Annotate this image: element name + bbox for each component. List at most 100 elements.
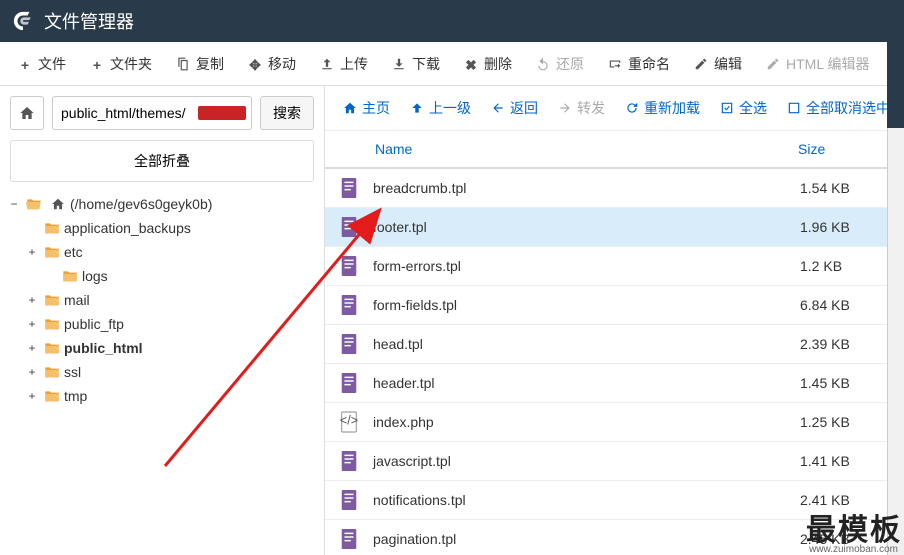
file-row[interactable]: </> index.php1.25 KB — [325, 403, 904, 442]
rt-label: 返回 — [510, 98, 538, 118]
tree-item-label: mail — [64, 292, 90, 308]
app-header: 文件管理器 — [0, 0, 904, 42]
watermark: 最模板 — [806, 505, 902, 549]
file-size: 6.84 KB — [800, 297, 890, 313]
column-size[interactable]: Size — [798, 141, 888, 157]
tree-root[interactable]: − (/home/gev6s0geyk0b) — [6, 192, 318, 216]
folder-button[interactable]: +文件夹 — [80, 48, 162, 80]
file-row[interactable]: footer.tpl1.96 KB — [325, 208, 904, 247]
file-name: javascript.tpl — [373, 453, 800, 469]
tree-item-application_backups[interactable]: application_backups — [6, 216, 318, 240]
edit-button[interactable]: 编辑 — [684, 48, 752, 80]
toolbar-label: 上传 — [340, 54, 368, 74]
left-panel: 搜索 全部折叠 − (/home/gev6s0geyk0b) application… — [0, 86, 325, 555]
tree-item-tmp[interactable]: + tmp — [6, 384, 318, 408]
tree-item-label: etc — [64, 244, 83, 260]
home-icon — [19, 105, 35, 121]
cpanel-logo-icon — [12, 10, 34, 32]
rt-label: 主页 — [362, 98, 390, 118]
back-button[interactable]: 返回 — [483, 94, 546, 122]
rt-label: 全部取消选中 — [806, 98, 890, 118]
toolbar-label: 文件 — [38, 54, 66, 74]
file-row[interactable]: breadcrumb.tpl1.54 KB — [325, 169, 904, 208]
file-name: header.tpl — [373, 375, 800, 391]
scroll-thumb[interactable] — [887, 42, 904, 128]
collapse-all-button[interactable]: 全部折叠 — [10, 140, 314, 182]
right-toolbar: 主页 上一级 返回 转发 重新加载全选 全部取消选中 — [325, 86, 904, 131]
file-size: 1.41 KB — [800, 453, 890, 469]
tree-item-label: tmp — [64, 388, 87, 404]
delete-button[interactable]: ✖删除 — [454, 48, 522, 80]
tree-item-label: ssl — [64, 364, 81, 380]
expand-icon[interactable]: + — [24, 341, 40, 355]
tree-item-label: application_backups — [64, 220, 191, 236]
file-size: 1.25 KB — [800, 414, 890, 430]
tree-item-public_html[interactable]: + public_html — [6, 336, 318, 360]
restore-button[interactable]: 还原 — [526, 48, 594, 80]
toolbar-label: 删除 — [484, 54, 512, 74]
expand-icon[interactable]: + — [24, 293, 40, 307]
toolbar-label: 复制 — [196, 54, 224, 74]
tree-item-label: public_html — [64, 340, 143, 356]
file-size: 1.96 KB — [800, 219, 890, 235]
toolbar-label: 移动 — [268, 54, 296, 74]
tree-item-public_ftp[interactable]: +public_ftp — [6, 312, 318, 336]
copy-button[interactable]: 复制 — [166, 48, 234, 80]
file-name: form-fields.tpl — [373, 297, 800, 313]
toolbar-label: 重命名 — [628, 54, 670, 74]
file-name: pagination.tpl — [373, 531, 800, 547]
rt-label: 上一级 — [429, 98, 471, 118]
tree-item-label: logs — [82, 268, 108, 284]
expand-icon[interactable]: + — [24, 317, 40, 331]
download-button[interactable]: 下载 — [382, 48, 450, 80]
html-editor-button[interactable]: HTML 编辑器 — [756, 48, 879, 80]
watermark-url: www.zuimoban.com — [809, 544, 898, 555]
collapse-icon[interactable]: − — [6, 197, 22, 211]
select-all-button[interactable]: 全选 — [712, 94, 775, 122]
svg-text:</>: </> — [340, 413, 358, 428]
folder-tree: − (/home/gev6s0geyk0b) application_backups… — [0, 182, 324, 555]
upload-button[interactable]: 上传 — [310, 48, 378, 80]
expand-icon[interactable]: + — [24, 389, 40, 403]
toolbar-label: 下载 — [412, 54, 440, 74]
path-bar: 搜索 — [0, 86, 324, 140]
toolbar-label: 还原 — [556, 54, 584, 74]
file-button[interactable]: +文件 — [8, 48, 76, 80]
expand-icon[interactable]: + — [24, 245, 40, 259]
search-button[interactable]: 搜索 — [260, 96, 314, 130]
file-name: breadcrumb.tpl — [373, 180, 800, 196]
rename-button[interactable]: 重命名 — [598, 48, 680, 80]
file-row[interactable]: header.tpl1.45 KB — [325, 364, 904, 403]
tree-item-logs[interactable]: logs — [6, 264, 318, 288]
move-button[interactable]: ✥移动 — [238, 48, 306, 80]
rt-label: 转发 — [577, 98, 605, 118]
forward-button[interactable]: 转发 — [550, 94, 613, 122]
column-name[interactable]: Name — [375, 141, 798, 157]
toolbar-label: HTML 编辑器 — [786, 54, 869, 74]
deselect-all-button[interactable]: 全部取消选中 — [779, 94, 898, 122]
home-button[interactable]: 主页 — [335, 94, 398, 122]
redacted-text — [198, 106, 246, 120]
tree-item-ssl[interactable]: + ssl — [6, 360, 318, 384]
vertical-scrollbar[interactable] — [887, 42, 904, 555]
tree-root-label: (/home/gev6s0geyk0b) — [70, 196, 212, 212]
toolbar-label: 文件夹 — [110, 54, 152, 74]
tree-item-mail[interactable]: + mail — [6, 288, 318, 312]
expand-icon[interactable]: + — [24, 365, 40, 379]
file-size: 1.45 KB — [800, 375, 890, 391]
file-row[interactable]: head.tpl2.39 KB — [325, 325, 904, 364]
up-button[interactable]: 上一级 — [402, 94, 479, 122]
file-row[interactable]: form-fields.tpl6.84 KB — [325, 286, 904, 325]
file-size: 1.2 KB — [800, 258, 890, 274]
rt-label: 重新加载 — [644, 98, 700, 118]
file-size: 2.39 KB — [800, 336, 890, 352]
file-row[interactable]: javascript.tpl1.41 KB — [325, 442, 904, 481]
file-row[interactable]: form-errors.tpl1.2 KB — [325, 247, 904, 286]
file-name: footer.tpl — [373, 219, 800, 235]
tree-item-etc[interactable]: + etc — [6, 240, 318, 264]
table-header: Name Size — [325, 131, 904, 169]
file-name: index.php — [373, 414, 800, 430]
home-icon-button[interactable] — [10, 96, 44, 130]
file-name: notifications.tpl — [373, 492, 800, 508]
reload-button[interactable]: 重新加载 — [617, 94, 708, 122]
